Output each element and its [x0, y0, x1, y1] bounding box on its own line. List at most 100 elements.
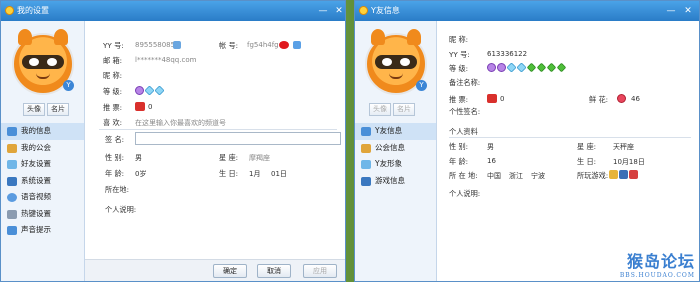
friend-avatar[interactable]: Y [365, 29, 427, 95]
minimize-button[interactable]: — [663, 1, 679, 21]
nav-guild-info[interactable]: 公会信息 [355, 140, 436, 157]
nav-friend-settings[interactable]: 好友设置 [1, 156, 84, 173]
nickname-label: 昵 称: [103, 71, 123, 80]
system-settings-icon [7, 176, 17, 186]
tab-avatar[interactable]: 头像 [23, 103, 45, 116]
avatar-mask-icon [22, 55, 64, 69]
copy-icon[interactable] [173, 41, 181, 49]
user-avatar[interactable]: Y [12, 29, 74, 95]
guild-info-icon [361, 143, 371, 153]
level-label: 等 级: [103, 87, 123, 96]
nav-my-info[interactable]: 我的信息 [1, 123, 84, 140]
age-label: 年 龄: [105, 169, 125, 178]
friend-settings-icon [7, 160, 17, 169]
forum-watermark: 猴岛论坛 BBS.HOUDAO.COM [620, 248, 695, 279]
email-label: 邮 箱: [103, 56, 123, 65]
flowers-value: 46 [631, 95, 640, 103]
game-icons [609, 170, 639, 181]
tab-avatar[interactable]: 头像 [369, 103, 391, 116]
nav-friend-avatar[interactable]: Y友形象 [355, 156, 436, 173]
avatar-ear-icon [407, 29, 421, 45]
nav-label: 语音视频 [21, 192, 51, 201]
settings-titlebar: 我的设置 — ✕ [1, 1, 345, 21]
tab-card[interactable]: 名片 [47, 103, 69, 116]
cancel-button[interactable]: 取消 [257, 264, 291, 278]
apply-button[interactable]: 应用 [303, 264, 337, 278]
game-icon[interactable] [619, 170, 628, 179]
diamond-icon [506, 62, 517, 73]
watermark-main: 猴岛论坛 [626, 252, 695, 271]
location-label: 所在地: [105, 185, 129, 194]
nav-label: 游戏信息 [375, 175, 405, 185]
remark-label: 备注名称: [449, 78, 481, 87]
settings-window: 我的设置 — ✕ Y 头像 名片 我的信息 我的公会 好友设置 系统设置 语音视… [0, 0, 346, 282]
nav-my-guild[interactable]: 我的公会 [1, 140, 84, 157]
bio-label: 个人说明: [449, 189, 481, 198]
my-info-panel: YY 号: 895558085 帐 号: fg54h4fg 邮 箱: l****… [85, 21, 345, 281]
avatar-ear-icon [371, 29, 385, 45]
close-button[interactable]: ✕ [680, 1, 696, 21]
birthday-value: 10月18日 [613, 158, 645, 166]
games-label: 所玩游戏: [577, 171, 609, 180]
zodiac-value: 摩羯座 [249, 154, 270, 162]
game-icon[interactable] [629, 170, 638, 179]
zodiac-label: 星 座: [219, 153, 239, 162]
game-icon[interactable] [609, 170, 618, 179]
account-redact-mark [279, 41, 289, 49]
leaf-icon [546, 62, 557, 73]
crown-icon [497, 63, 506, 72]
nav-friend-info[interactable]: Y友信息 [355, 123, 436, 140]
nav-label: 系统设置 [21, 175, 51, 185]
crown-icon [487, 63, 496, 72]
yy-label: YY 号: [449, 50, 470, 59]
nav-game-info[interactable]: 游戏信息 [355, 173, 436, 190]
birthday-day[interactable]: 01日 [271, 169, 287, 179]
leaf-icon [556, 62, 567, 73]
nav-system-settings[interactable]: 系统设置 [1, 173, 84, 190]
recommend-value: 0 [500, 95, 505, 103]
gender-label: 性 别: [105, 153, 125, 162]
leaf-icon [536, 62, 547, 73]
sound-icon [7, 226, 17, 235]
divider [449, 137, 691, 138]
like-placeholder[interactable]: 在这里输入你最喜欢的频道号 [135, 118, 226, 128]
friend-sidebar: Y 头像 名片 Y友信息 公会信息 Y友形象 游戏信息 [355, 21, 437, 281]
settings-footer: 确定 取消 应用 [85, 259, 345, 281]
minimize-button[interactable]: — [315, 1, 331, 21]
recommend-label: 推 票: [103, 103, 123, 112]
close-button[interactable]: ✕ [331, 1, 347, 21]
age-label: 年 龄: [449, 157, 469, 166]
diamond-icon [516, 62, 527, 73]
zodiac-label: 星 座: [577, 142, 597, 151]
gender-value[interactable]: 男 [135, 153, 142, 163]
friend-info-titlebar: Y友信息 — ✕ [355, 1, 699, 21]
location-country: 中国 [487, 172, 501, 180]
signature-input[interactable] [135, 132, 341, 145]
ok-button[interactable]: 确定 [213, 264, 247, 278]
nav-label: 我的信息 [21, 126, 51, 135]
divider [99, 129, 337, 130]
tab-card[interactable]: 名片 [393, 103, 415, 116]
yy-label: YY 号: [103, 41, 124, 50]
gender-value: 男 [487, 143, 494, 151]
yy-number: 613336122 [487, 50, 528, 58]
nav-label: Y友形象 [375, 159, 403, 168]
ticket-icon [487, 94, 497, 103]
nav-hotkey[interactable]: 热键设置 [1, 206, 84, 223]
nav-label: 声音提示 [21, 225, 51, 234]
yy-badge-icon: Y [63, 80, 74, 91]
recommend-label: 推 票: [449, 95, 469, 104]
nav-sound[interactable]: 声音提示 [1, 222, 84, 239]
voice-video-icon [7, 193, 17, 202]
account-link-icon[interactable] [293, 41, 301, 49]
yy-number: 895558085 [135, 41, 176, 49]
location-city: 宁波 [531, 172, 545, 180]
bio-label: 个人说明: [105, 205, 137, 214]
settings-sidebar: Y 头像 名片 我的信息 我的公会 好友设置 系统设置 语音视频 热键设置 声音… [1, 21, 85, 281]
leaf-icon [526, 62, 537, 73]
recommend-value: 0 [148, 103, 153, 111]
nav-voice-video[interactable]: 语音视频 [1, 189, 84, 206]
flower-icon [617, 94, 626, 103]
birthday-month[interactable]: 1月 [249, 169, 260, 179]
friend-info-icon [361, 127, 371, 136]
